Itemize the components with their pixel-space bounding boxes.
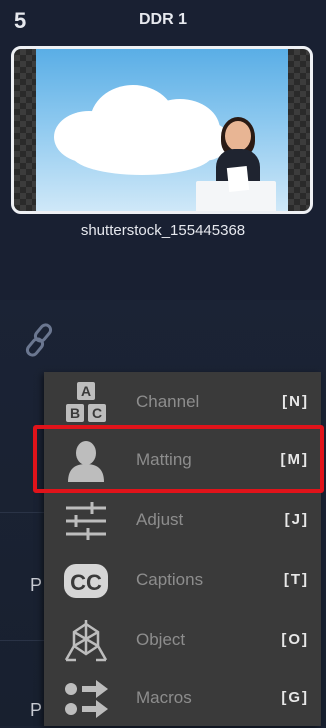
selection-highlight [33, 425, 324, 493]
divider [0, 512, 50, 513]
svg-text:CC: CC [70, 570, 102, 595]
menu-item-label: Object [136, 630, 186, 649]
svg-text:C: C [92, 405, 102, 421]
menu-item-label: Channel [136, 392, 200, 411]
menu-item-macros[interactable]: Macros [G] [44, 670, 321, 728]
menu-item-label: Macros [136, 688, 192, 707]
input-panel: 5 DDR 1 shutterstock_155445368 P P A B C… [0, 0, 326, 726]
menu-item-label: Adjust [136, 510, 184, 529]
transparency-checker-left [14, 49, 36, 211]
menu-item-shortcut: [T] [283, 571, 309, 588]
menu-item-shortcut: [O] [281, 631, 309, 648]
menu-item-shortcut: [J] [284, 511, 309, 528]
divider [0, 640, 50, 641]
background-label: P [30, 700, 43, 720]
menu-item-shortcut: [N] [282, 393, 309, 410]
svg-text:B: B [70, 405, 80, 421]
menu-item-captions[interactable]: CC Captions [T] [44, 552, 321, 610]
macros-icon [62, 676, 110, 722]
sliders-adjust-icon [62, 498, 110, 544]
background-label: P [30, 575, 43, 595]
object-3d-icon [62, 618, 110, 664]
svg-text:A: A [81, 383, 91, 399]
cc-captions-icon: CC [62, 558, 110, 604]
menu-item-shortcut: [G] [281, 689, 309, 706]
transparency-checker-right [288, 49, 310, 211]
chain-link-icon[interactable] [24, 320, 58, 365]
abc-channel-icon: A B C [62, 380, 110, 426]
menu-item-channel[interactable]: A B C Channel [N] [44, 374, 321, 432]
menu-item-label: Captions [136, 570, 204, 589]
menu-item-adjust[interactable]: Adjust [J] [44, 492, 321, 550]
slot-title: DDR 1 [138, 11, 187, 28]
menu-item-object[interactable]: Object [O] [44, 612, 321, 670]
thumbnail-image [36, 49, 288, 211]
clip-name-label: shutterstock_155445368 [80, 222, 246, 239]
clip-thumbnail[interactable] [11, 46, 313, 214]
